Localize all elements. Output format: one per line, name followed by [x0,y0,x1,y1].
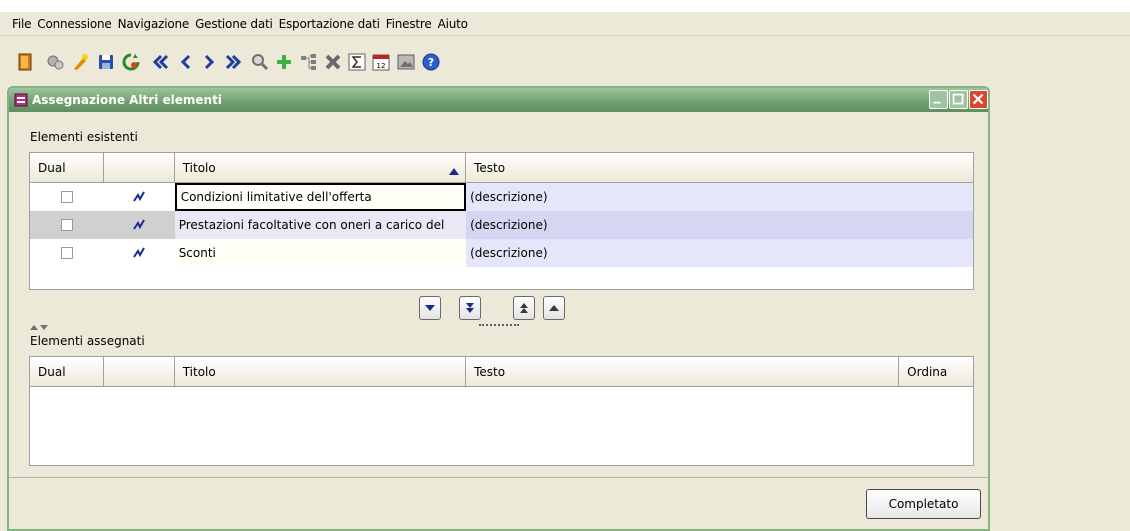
menu-navigazione[interactable]: Navigazione [118,17,190,31]
minimize-icon[interactable] [929,90,948,109]
row-testo[interactable]: (descrizione) [466,239,973,267]
completed-button[interactable]: Completato [866,489,981,519]
maximize-icon[interactable] [949,90,968,109]
table-row[interactable]: Prestazioni facoltative con oneri a cari… [30,211,973,239]
dual-checkbox[interactable] [60,219,73,231]
row-testo[interactable]: (descrizione) [466,211,973,239]
row-titolo[interactable]: Condizioni limitative dell'offerta [174,183,467,211]
col-titolo-label: Titolo [182,160,216,175]
next-icon[interactable] [198,51,220,73]
search-icon[interactable] [249,51,271,73]
collapse-expand-icon[interactable] [30,324,50,332]
toolbar: 12 ? [0,37,1130,83]
menu-finestre[interactable]: Finestre [386,17,432,31]
refresh-icon[interactable] [120,51,142,73]
row-testo[interactable]: (descrizione) [466,183,973,211]
move-up-button[interactable] [543,296,565,320]
dual-checkbox[interactable] [60,247,73,259]
move-all-down-button[interactable] [459,296,481,320]
delete-icon[interactable] [322,51,344,73]
link-icon [133,247,146,258]
save-icon[interactable] [95,51,117,73]
assigned-elements-label: Elementi assegnati [30,334,145,348]
window-title-bar[interactable]: Assegnazione Altri elementi [9,88,988,112]
settings-icon[interactable] [44,51,66,73]
menu-aiuto[interactable]: Aiuto [438,17,468,31]
sum-icon[interactable] [346,51,368,73]
tree-icon[interactable] [298,51,320,73]
add-icon[interactable] [273,51,295,73]
col-testo[interactable]: Testo [466,357,900,387]
menu-esportazione-dati[interactable]: Esportazione dati [279,17,380,31]
col-icon[interactable] [103,153,175,183]
menu-gestione-dati[interactable]: Gestione dati [195,17,273,31]
top-strip [0,0,1130,12]
row-titolo[interactable]: Prestazioni facoltative con oneri a cari… [174,211,467,239]
window-title: Assegnazione Altri elementi [32,93,222,107]
svg-text:12: 12 [377,62,386,70]
window-app-icon [14,93,28,107]
help-icon[interactable]: ? [420,51,442,73]
move-all-up-button[interactable] [513,296,535,320]
row-titolo[interactable]: Sconti [174,239,467,267]
close-icon[interactable] [969,90,988,109]
col-icon[interactable] [103,357,175,387]
double-arrow-up-icon [520,303,528,313]
table-row[interactable]: Condizioni limitative dell'offerta (desc… [30,183,973,211]
svg-text:?: ? [428,56,434,69]
calendar-icon[interactable]: 12 [370,51,392,73]
menu-file[interactable]: File [12,17,31,31]
col-dual[interactable]: Dual [30,357,104,387]
menu-connessione[interactable]: Connessione [37,17,111,31]
link-icon [133,191,146,202]
menu-bar: File Connessione Navigazione Gestione da… [0,12,1130,36]
arrow-down-icon [425,305,435,311]
existing-elements-table: Dual Titolo Testo Condizioni limitative … [29,152,974,290]
last-icon[interactable] [222,51,244,73]
col-ordina[interactable]: Ordina [899,357,973,387]
dual-checkbox[interactable] [60,191,73,203]
existing-elements-label: Elementi esistenti [30,130,138,144]
sort-ascending-icon [449,168,460,175]
first-icon[interactable] [150,51,172,73]
previous-icon[interactable] [175,51,197,73]
arrow-up-icon [549,305,559,311]
col-titolo[interactable]: Titolo [174,357,467,387]
divider [9,477,988,478]
link-icon [133,219,146,230]
assigned-header: Dual Titolo Testo Ordina [30,357,973,387]
move-buttons [419,296,579,320]
move-down-button[interactable] [419,296,441,320]
double-arrow-down-icon [466,303,474,313]
exit-icon[interactable] [14,51,36,73]
col-titolo[interactable]: Titolo [174,153,467,183]
splitter-handle[interactable] [479,324,519,328]
internal-window: Assegnazione Altri elementi Elementi esi… [7,86,990,531]
col-testo[interactable]: Testo [466,153,973,183]
assigned-elements-table: Dual Titolo Testo Ordina [29,356,974,466]
image-icon[interactable] [395,51,417,73]
wizard-icon[interactable] [70,51,92,73]
existing-header: Dual Titolo Testo [30,153,973,183]
table-row[interactable]: Sconti (descrizione) [30,239,973,267]
col-dual[interactable]: Dual [30,153,104,183]
